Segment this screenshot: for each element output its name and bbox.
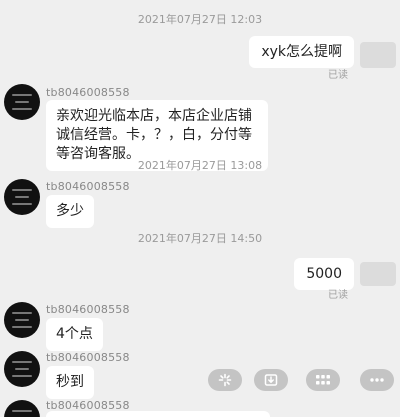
avatar[interactable] xyxy=(4,351,40,387)
grid-menu-icon xyxy=(316,375,330,385)
download-tray-icon xyxy=(264,374,278,386)
more-dots-icon xyxy=(370,378,384,382)
sender-name: tb8046008558 xyxy=(46,180,130,193)
self-avatar xyxy=(360,262,396,286)
more-button[interactable] xyxy=(360,369,394,391)
timestamp: 2021年07月27日 12:03 xyxy=(137,13,263,26)
avatar[interactable] xyxy=(4,302,40,338)
sparkle-button[interactable] xyxy=(208,369,242,391)
timestamp: 2021年07月27日 14:50 xyxy=(137,232,263,245)
avatar[interactable] xyxy=(4,400,40,417)
received-message-bubble[interactable]: 多少 xyxy=(46,195,94,228)
avatar[interactable] xyxy=(4,179,40,215)
self-avatar xyxy=(360,42,396,68)
message-line: 诚信经营。卡，？，白，分付等 xyxy=(56,127,252,143)
received-message-bubble[interactable]: 秒到 xyxy=(46,366,94,399)
sender-name: tb8046008558 xyxy=(46,303,130,316)
timestamp: 2021年07月27日 13:08 xyxy=(137,159,263,172)
sparkle-icon xyxy=(218,373,232,387)
sent-message-bubble[interactable]: xyk怎么提啊 xyxy=(249,36,354,68)
message-line: 亲欢迎光临本店，本店企业店铺 xyxy=(56,108,252,124)
menu-button[interactable] xyxy=(306,369,340,391)
download-button[interactable] xyxy=(254,369,288,391)
received-message-bubble[interactable] xyxy=(46,411,270,417)
sender-name: tb8046008558 xyxy=(46,351,130,364)
sender-name: tb8046008558 xyxy=(46,86,130,99)
read-status: 已读 xyxy=(328,70,348,81)
read-status: 已读 xyxy=(328,290,348,301)
avatar[interactable] xyxy=(4,84,40,120)
received-message-bubble[interactable]: 4个点 xyxy=(46,318,103,351)
